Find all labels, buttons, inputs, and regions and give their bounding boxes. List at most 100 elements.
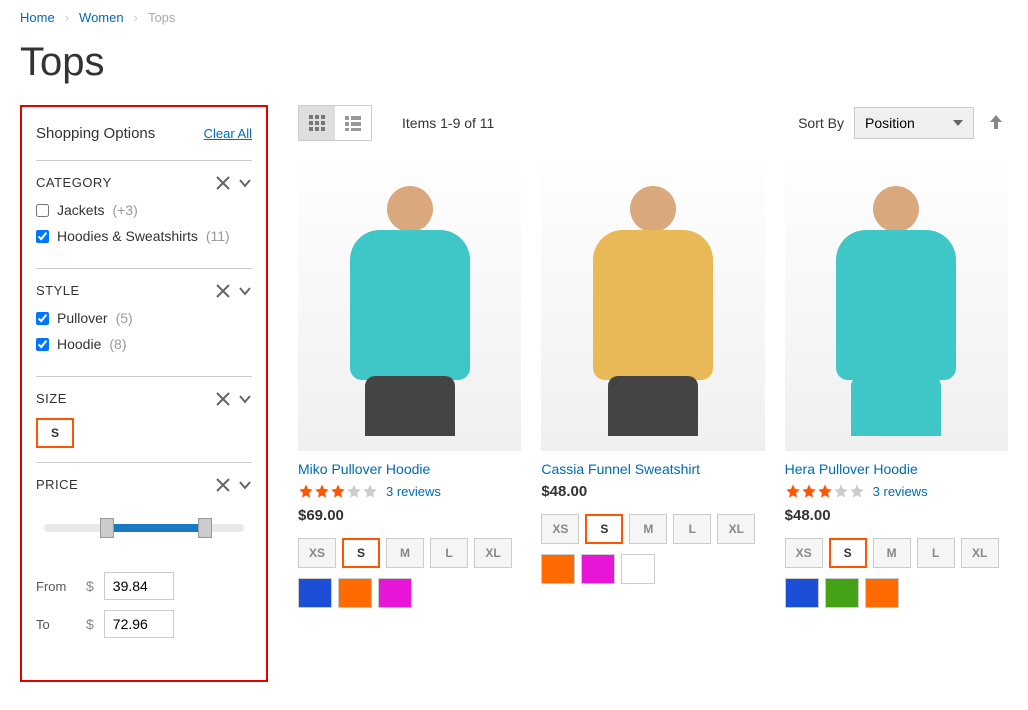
size-swatches: XSSMLXL bbox=[541, 514, 764, 544]
filter-category-item[interactable]: Jackets (+3) bbox=[36, 202, 252, 218]
chevron-down-icon[interactable] bbox=[238, 284, 252, 298]
size-swatch[interactable]: S bbox=[585, 514, 623, 544]
size-swatch[interactable]: S bbox=[829, 538, 867, 568]
chevron-right-icon: › bbox=[65, 10, 69, 25]
color-swatch[interactable] bbox=[541, 554, 575, 584]
color-swatches bbox=[298, 578, 521, 608]
size-swatch[interactable]: L bbox=[917, 538, 955, 568]
size-swatch[interactable]: XS bbox=[541, 514, 579, 544]
star-full-icon bbox=[817, 483, 833, 499]
sortby-label: Sort By bbox=[798, 115, 844, 131]
chevron-down-icon[interactable] bbox=[238, 478, 252, 492]
star-empty-icon bbox=[346, 483, 362, 499]
product-price: $48.00 bbox=[541, 483, 764, 500]
size-swatch[interactable]: S bbox=[342, 538, 380, 568]
filter-checkbox[interactable] bbox=[36, 204, 49, 217]
grid-view-button[interactable] bbox=[299, 106, 335, 140]
list-icon bbox=[345, 115, 361, 131]
size-swatch[interactable]: XL bbox=[474, 538, 512, 568]
product-price: $69.00 bbox=[298, 507, 521, 524]
product-name-link[interactable]: Hera Pullover Hoodie bbox=[785, 461, 1008, 477]
size-swatches: XSSMLXL bbox=[785, 538, 1008, 568]
filter-checkbox[interactable] bbox=[36, 338, 49, 351]
page-title: Tops bbox=[20, 40, 1008, 85]
star-full-icon bbox=[785, 483, 801, 499]
close-icon[interactable] bbox=[216, 478, 230, 492]
grid-icon bbox=[309, 115, 325, 131]
reviews-link[interactable]: 3 reviews bbox=[386, 484, 441, 499]
color-swatch[interactable] bbox=[621, 554, 655, 584]
size-swatch[interactable]: XS bbox=[785, 538, 823, 568]
sortby-select[interactable]: Position bbox=[854, 107, 974, 139]
price-from-input[interactable] bbox=[104, 572, 174, 600]
star-full-icon bbox=[314, 483, 330, 499]
size-swatch[interactable]: XL bbox=[961, 538, 999, 568]
toolbar-item-count: Items 1-9 of 11 bbox=[402, 115, 494, 131]
price-to-input[interactable] bbox=[104, 610, 174, 638]
filter-style-item[interactable]: Pullover (5) bbox=[36, 310, 252, 326]
currency-symbol: $ bbox=[86, 578, 94, 594]
star-rating bbox=[298, 483, 378, 499]
filter-category: CATEGORY Jackets (+3) Hoodies & Sweatshir… bbox=[36, 160, 252, 268]
filter-size: SIZE S bbox=[36, 376, 252, 462]
price-from-label: From bbox=[36, 579, 76, 594]
size-swatches: XSSMLXL bbox=[298, 538, 521, 568]
star-empty-icon bbox=[833, 483, 849, 499]
product-name-link[interactable]: Miko Pullover Hoodie bbox=[298, 461, 521, 477]
breadcrumb: Home › Women › Tops bbox=[20, 10, 1008, 25]
breadcrumb-women[interactable]: Women bbox=[79, 10, 124, 25]
filter-style-item[interactable]: Hoodie (8) bbox=[36, 336, 252, 352]
close-icon[interactable] bbox=[216, 392, 230, 406]
size-swatch[interactable]: M bbox=[629, 514, 667, 544]
chevron-down-icon[interactable] bbox=[238, 176, 252, 190]
filter-category-title: CATEGORY bbox=[36, 175, 112, 190]
filter-checkbox[interactable] bbox=[36, 312, 49, 325]
price-slider[interactable] bbox=[44, 524, 244, 532]
arrow-up-icon bbox=[990, 115, 1002, 129]
chevron-down-icon[interactable] bbox=[238, 392, 252, 406]
breadcrumb-home[interactable]: Home bbox=[20, 10, 55, 25]
product-image[interactable] bbox=[298, 161, 521, 451]
reviews-link[interactable]: 3 reviews bbox=[873, 484, 928, 499]
size-swatch[interactable]: M bbox=[386, 538, 424, 568]
price-slider-handle-max[interactable] bbox=[198, 518, 212, 538]
star-rating bbox=[785, 483, 865, 499]
filter-category-item[interactable]: Hoodies & Sweatshirts (11) bbox=[36, 228, 252, 244]
size-swatch-s[interactable]: S bbox=[36, 418, 74, 448]
color-swatch[interactable] bbox=[338, 578, 372, 608]
list-view-button[interactable] bbox=[335, 106, 371, 140]
price-to-label: To bbox=[36, 617, 76, 632]
filter-item-label: Jackets bbox=[57, 202, 104, 218]
color-swatch[interactable] bbox=[298, 578, 332, 608]
filter-item-count: (+3) bbox=[112, 202, 137, 218]
product-image[interactable] bbox=[785, 161, 1008, 451]
color-swatches bbox=[785, 578, 1008, 608]
color-swatch[interactable] bbox=[825, 578, 859, 608]
color-swatch[interactable] bbox=[581, 554, 615, 584]
star-empty-icon bbox=[362, 483, 378, 499]
color-swatch[interactable] bbox=[785, 578, 819, 608]
price-slider-handle-min[interactable] bbox=[100, 518, 114, 538]
sort-direction-button[interactable] bbox=[984, 113, 1008, 134]
filter-item-label: Hoodie bbox=[57, 336, 101, 352]
color-swatch[interactable] bbox=[378, 578, 412, 608]
chevron-right-icon: › bbox=[134, 10, 138, 25]
filter-item-label: Hoodies & Sweatshirts bbox=[57, 228, 198, 244]
filter-checkbox[interactable] bbox=[36, 230, 49, 243]
filter-style: STYLE Pullover (5) Hoodie (8) bbox=[36, 268, 252, 376]
size-swatch[interactable]: XS bbox=[298, 538, 336, 568]
filter-style-title: STYLE bbox=[36, 283, 80, 298]
filter-price: PRICE From $ bbox=[36, 462, 252, 662]
product-image[interactable] bbox=[541, 161, 764, 451]
size-swatch[interactable]: M bbox=[873, 538, 911, 568]
close-icon[interactable] bbox=[216, 284, 230, 298]
size-swatch[interactable]: XL bbox=[717, 514, 755, 544]
clear-all-link[interactable]: Clear All bbox=[204, 126, 252, 141]
size-swatch[interactable]: L bbox=[673, 514, 711, 544]
size-swatch[interactable]: L bbox=[430, 538, 468, 568]
product-card: Cassia Funnel Sweatshirt $48.00 XSSMLXL bbox=[541, 161, 764, 608]
color-swatch[interactable] bbox=[865, 578, 899, 608]
product-name-link[interactable]: Cassia Funnel Sweatshirt bbox=[541, 461, 764, 477]
star-full-icon bbox=[298, 483, 314, 499]
close-icon[interactable] bbox=[216, 176, 230, 190]
